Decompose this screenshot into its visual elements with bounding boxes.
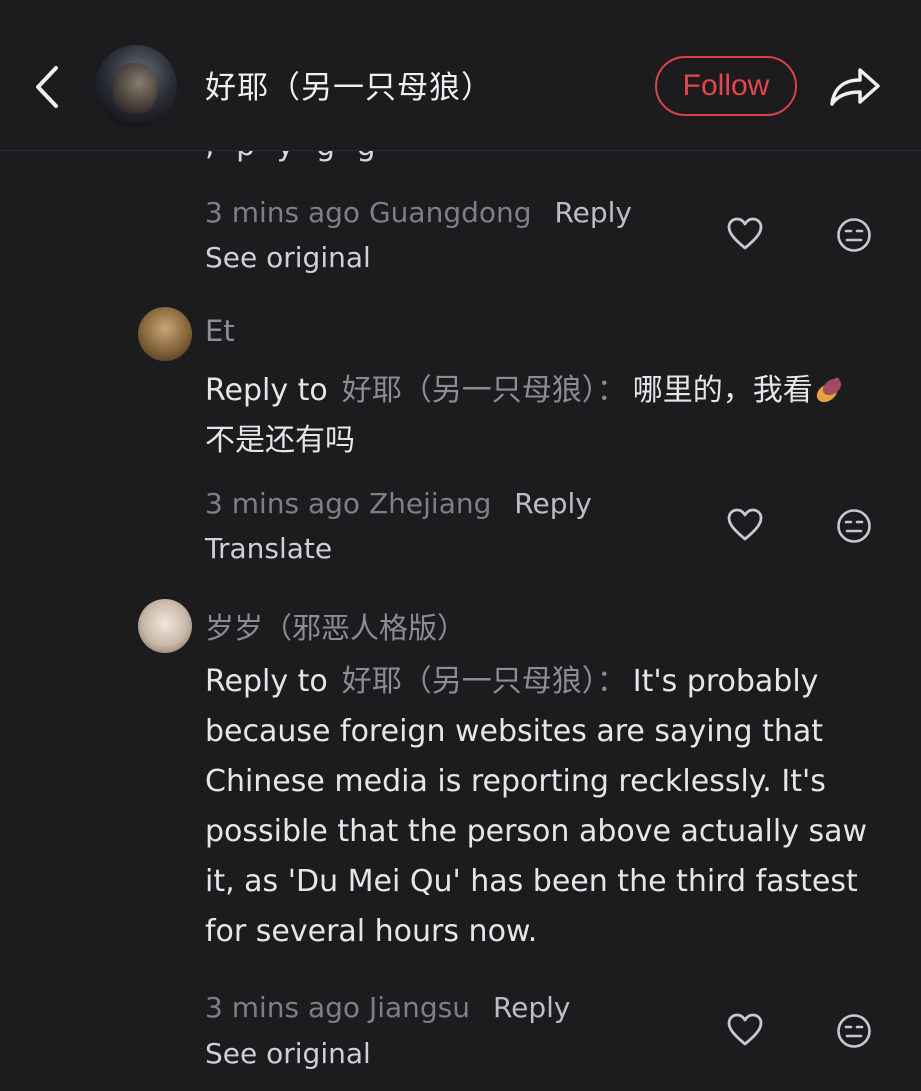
- avatar[interactable]: [138, 307, 192, 361]
- see-original-link[interactable]: See original: [205, 1037, 371, 1070]
- heart-icon[interactable]: [726, 507, 764, 543]
- chevron-left-icon[interactable]: [30, 64, 64, 110]
- reply-button[interactable]: Reply: [554, 196, 632, 229]
- page-title[interactable]: 好耶（另一只母狼）: [205, 62, 493, 107]
- heart-icon[interactable]: [726, 216, 764, 252]
- top-bar: 好耶（另一只母狼） Follow: [0, 0, 921, 151]
- avatar[interactable]: [95, 45, 177, 127]
- share-arrow-icon[interactable]: [828, 62, 882, 110]
- comment-time: 3 mins ago: [205, 487, 361, 520]
- comment-text: 不是还有吗: [205, 423, 355, 458]
- translate-link[interactable]: Translate: [205, 532, 332, 565]
- reply-to-label: Reply to: [205, 373, 328, 408]
- comment-time: 3 mins ago: [205, 196, 361, 229]
- comment-body: Reply to 好耶（另一只母狼）： It's probably because …: [205, 657, 895, 957]
- comment-author[interactable]: 岁岁（邪恶人格版）: [205, 605, 466, 647]
- dislike-face-icon[interactable]: [836, 1013, 872, 1049]
- dislike-face-icon[interactable]: [836, 508, 872, 544]
- see-original-link[interactable]: See original: [205, 241, 371, 274]
- reply-to-label: Reply to: [205, 664, 328, 699]
- follow-button[interactable]: Follow: [655, 56, 797, 116]
- reply-button[interactable]: Reply: [493, 991, 571, 1024]
- comment-location: Guangdong: [368, 196, 532, 229]
- comment-meta: 3 mins ago Guangdong Reply: [205, 196, 632, 229]
- dislike-face-icon[interactable]: [836, 217, 872, 253]
- comment-text: 哪里的，我看: [632, 373, 813, 408]
- reply-button[interactable]: Reply: [514, 487, 592, 520]
- comment-location: Zhejiang: [368, 487, 492, 520]
- comment-meta: 3 mins ago Zhejiang Reply: [205, 487, 592, 520]
- sweet-potato-emoji: [816, 377, 841, 403]
- comment-time: 3 mins ago: [205, 991, 361, 1024]
- comment-location: Jiangsu: [368, 991, 471, 1024]
- comment-author[interactable]: Et: [205, 314, 235, 348]
- comment-text: It's probably because foreign websites a…: [205, 664, 868, 949]
- heart-icon[interactable]: [726, 1012, 764, 1048]
- comment-body: Reply to 好耶（另一只母狼）： 哪里的，我看 不是还有吗: [205, 366, 895, 466]
- reply-to-name[interactable]: 好耶（另一只母狼）：: [342, 664, 627, 699]
- reply-to-name[interactable]: 好耶（另一只母狼）：: [342, 373, 627, 408]
- comment-meta: 3 mins ago Jiangsu Reply: [205, 991, 571, 1024]
- avatar[interactable]: [138, 599, 192, 653]
